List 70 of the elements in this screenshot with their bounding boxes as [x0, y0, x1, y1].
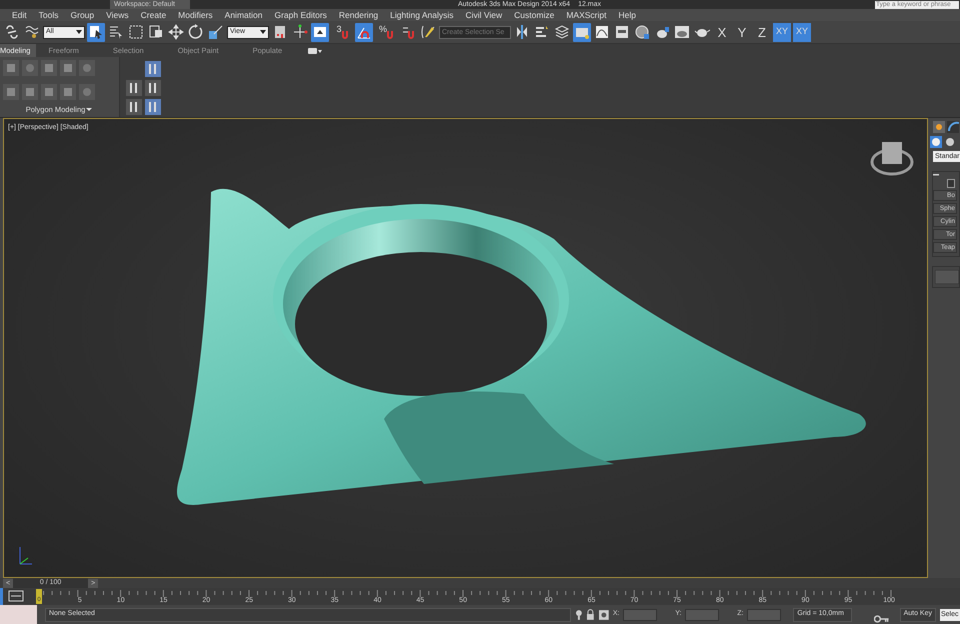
collapse-icon[interactable]	[933, 174, 939, 177]
rectangle-selection-button[interactable]	[127, 22, 145, 42]
menu-item[interactable]: Graph Editors	[268, 10, 333, 20]
menu-item[interactable]: Edit	[6, 10, 33, 20]
axis-tripod-icon	[20, 546, 32, 564]
link-icon	[4, 24, 20, 40]
menu-item[interactable]: Customize	[508, 10, 560, 20]
snap-label: %	[378, 22, 387, 36]
lock-icon[interactable]	[586, 609, 596, 620]
window-crossing-icon	[148, 24, 164, 40]
coordinate-field[interactable]	[623, 608, 658, 620]
menu-item[interactable]: Group	[64, 10, 100, 20]
pivot-icon	[272, 24, 288, 40]
axis-button[interactable]: X	[713, 22, 731, 42]
pencil-icon	[420, 24, 436, 40]
menu-item[interactable]: Lighting Analysis	[384, 10, 460, 20]
magnet-icon	[387, 30, 393, 38]
camera-icon[interactable]	[308, 46, 322, 54]
menu-item[interactable]: Create	[134, 10, 172, 20]
checkbox[interactable]	[947, 179, 955, 188]
viewcube-icon[interactable]	[870, 142, 914, 176]
menu-item[interactable]: Tools	[32, 10, 64, 20]
select-cursor-icon	[88, 24, 104, 40]
snap-button[interactable]: 3	[331, 22, 353, 42]
rotate-button[interactable]	[187, 22, 205, 42]
menu-item[interactable]: MAXScript	[560, 10, 612, 20]
menu-item[interactable]: Civil View	[459, 10, 508, 20]
coordinate-field[interactable]	[685, 608, 720, 620]
menu-item[interactable]: Modifiers	[172, 10, 219, 20]
manipulate-icon	[292, 24, 308, 40]
align-icon	[534, 24, 550, 40]
vertical-bars-icon[interactable]	[145, 61, 161, 77]
name-field[interactable]	[935, 270, 959, 284]
select-cursor-button[interactable]	[87, 22, 105, 42]
menu-item[interactable]: Animation	[218, 10, 268, 20]
keyboard-toggle-icon	[312, 24, 328, 40]
unlink-icon	[24, 24, 40, 40]
mirror-icon	[514, 24, 530, 40]
snap-button[interactable]: %	[375, 22, 397, 42]
layers-icon	[554, 24, 570, 40]
coordinate-field[interactable]	[747, 608, 782, 620]
axis-button[interactable]: Z	[753, 22, 771, 42]
caret-icon	[85, 107, 94, 112]
keyboard-toggle-button[interactable]	[311, 22, 329, 42]
material-sphere-button[interactable]	[633, 22, 651, 42]
menu-item[interactable]: Views	[100, 10, 135, 20]
angle-snap-button[interactable]	[355, 22, 373, 42]
bulb-icon[interactable]	[574, 609, 582, 620]
rectangle-selection-icon	[128, 24, 144, 40]
snap-label: 3	[336, 22, 342, 36]
square-icon[interactable]	[126, 80, 142, 96]
caret-icon	[76, 30, 82, 34]
schematic-icon	[614, 24, 630, 40]
axis-button[interactable]: Y	[733, 22, 751, 42]
move-button[interactable]	[167, 22, 185, 42]
rotate-icon	[188, 24, 204, 40]
square-icon[interactable]	[126, 99, 142, 115]
key-icon[interactable]	[874, 614, 890, 622]
arc-icon[interactable]	[947, 121, 959, 133]
caret-icon	[260, 30, 266, 34]
menu-item[interactable]: Help	[612, 10, 642, 20]
geometry-icon[interactable]	[930, 136, 956, 148]
magnet-icon	[342, 30, 348, 38]
scale-button[interactable]	[207, 22, 225, 42]
scale-icon	[208, 24, 224, 40]
menu-item[interactable]: Rendering	[332, 10, 384, 20]
move-icon	[168, 24, 184, 40]
layers-button[interactable]	[553, 22, 571, 42]
material-sphere-icon	[634, 24, 650, 40]
select-by-name-icon	[108, 24, 124, 40]
